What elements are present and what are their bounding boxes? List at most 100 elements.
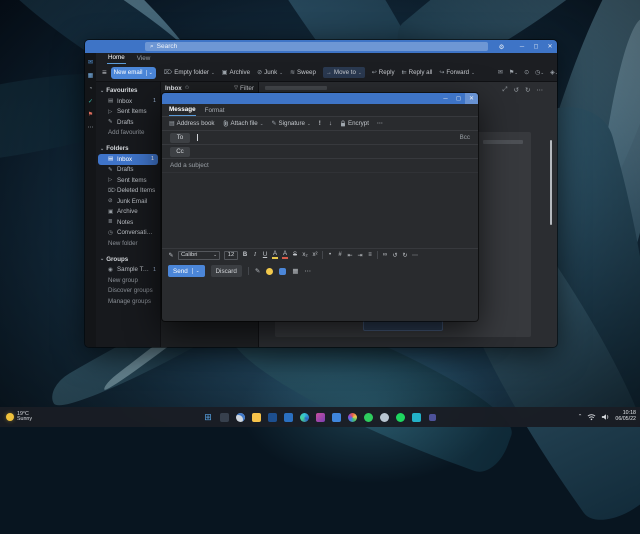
calendar-icon[interactable] (283, 412, 294, 423)
attach-file-button[interactable]: Attach file⌄ (223, 120, 264, 127)
low-importance-button[interactable]: ↓ (329, 120, 332, 127)
reply-button[interactable]: ↩ Reply (372, 69, 395, 76)
italic-icon[interactable]: I (252, 252, 258, 258)
tab-view[interactable]: View (136, 55, 152, 64)
photos-icon[interactable] (347, 412, 358, 423)
calendar-module-icon[interactable]: ▦ (88, 73, 94, 79)
pen-icon[interactable]: ✎ (255, 267, 260, 275)
tab-message[interactable]: Message (169, 106, 196, 116)
format-painter-icon[interactable]: ✎ (168, 252, 174, 259)
strikethrough-icon[interactable]: S (292, 252, 298, 258)
maximize-button[interactable]: ◻ (529, 40, 543, 53)
add-favourite-button[interactable]: Add favourite (96, 128, 160, 139)
minimize-button[interactable]: ─ (439, 93, 452, 104)
teams-icon[interactable] (427, 412, 438, 423)
sidebar-item-drafts-fav[interactable]: ✎ Drafts (96, 117, 160, 128)
sweep-button[interactable]: ≋ Sweep (290, 69, 316, 76)
to-button[interactable]: To (170, 133, 190, 143)
hidden-icons-chevron[interactable]: ⌃ (578, 414, 583, 420)
flag-icon[interactable]: ⚑⌄ (509, 69, 518, 76)
more-icon[interactable]: ⋯ (537, 86, 544, 94)
move-to-button[interactable]: → Move to⌄ (323, 67, 365, 78)
mail-module-icon[interactable]: ✉ (88, 60, 93, 66)
font-color-icon[interactable]: A (282, 251, 288, 259)
numbered-list-icon[interactable]: # (337, 252, 343, 258)
sidebar-item-inbox[interactable]: ▤ Inbox 1 (98, 154, 158, 165)
sidebar-item-inbox-fav[interactable]: ▤ Inbox 1 (96, 96, 160, 107)
loop-component-icon[interactable] (279, 268, 286, 275)
more-formatting-icon[interactable]: ⋯ (412, 252, 418, 259)
zoom-icon[interactable]: ⤢ (502, 86, 507, 94)
mail-icon[interactable] (331, 412, 342, 423)
office-icon[interactable] (315, 412, 326, 423)
weather-widget[interactable]: 19°C Sunny (6, 412, 32, 423)
gear-icon[interactable]: ⚙ (499, 43, 505, 51)
sidebar-item-deleted[interactable]: ⌦ Deleted Items (96, 186, 160, 197)
forward-button[interactable]: ↪ Forward⌄ (439, 69, 475, 76)
compose-titlebar[interactable]: ─ ◻ ✕ (162, 93, 478, 104)
sidebar-item-sent-fav[interactable]: ▷ Sent Items (96, 107, 160, 118)
todo-module-icon[interactable]: ✓ (88, 99, 93, 105)
section-folders[interactable]: ⌄ Folders (96, 143, 160, 154)
subscript-icon[interactable]: x₂ (302, 252, 308, 258)
redo-icon[interactable]: ↻ (525, 86, 530, 94)
sidebar-item-notes[interactable]: ≣ Notes (96, 217, 160, 228)
manage-groups-button[interactable]: Manage groups (96, 296, 160, 307)
sidebar-item-sample-team[interactable]: ◉ Sample Team S… 1 (96, 265, 160, 276)
superscript-icon[interactable]: x² (312, 252, 318, 258)
sidebar-item-archive[interactable]: ▣ Archive (96, 207, 160, 218)
encrypt-button[interactable]: Encrypt (340, 120, 369, 127)
more-apps-icon[interactable]: ⋯ (88, 125, 94, 131)
align-icon[interactable]: ≡ (367, 252, 373, 258)
tab-format[interactable]: Format (205, 107, 225, 116)
people-module-icon[interactable]: ◔ (89, 86, 93, 92)
store-icon[interactable] (411, 412, 422, 423)
more-options-icon[interactable]: ⋯ (377, 120, 383, 127)
sidebar-item-drafts[interactable]: ✎ Drafts (96, 165, 160, 176)
signature-button[interactable]: ✎ Signature⌄ (271, 120, 310, 127)
bcc-toggle[interactable]: Bcc (460, 134, 470, 141)
message-body-field[interactable] (162, 173, 478, 248)
search-taskbar-icon[interactable] (235, 412, 246, 423)
send-button[interactable]: Send ⌄ (168, 265, 205, 277)
bold-icon[interactable]: B (242, 252, 248, 258)
new-folder-button[interactable]: New folder (96, 238, 160, 249)
close-button[interactable]: ✕ (543, 40, 557, 53)
steam-icon[interactable] (379, 412, 390, 423)
address-book-button[interactable]: ▤ Address book (169, 120, 215, 127)
indent-icon[interactable]: ⇥ (357, 252, 363, 259)
discard-button[interactable]: Discard (211, 265, 242, 277)
new-group-button[interactable]: New group (96, 275, 160, 286)
underline-icon[interactable]: U (262, 252, 268, 258)
subject-field[interactable]: Add a subject (162, 159, 478, 173)
minimize-button[interactable]: ─ (515, 40, 529, 53)
chevron-down-icon[interactable]: ⌄ (192, 268, 200, 274)
to-field[interactable]: To Bcc (162, 131, 478, 145)
filter-button[interactable]: ▽ Filter (234, 85, 254, 92)
maximize-button[interactable]: ◻ (452, 93, 465, 104)
reply-all-button[interactable]: ⇇ Reply all (402, 69, 433, 76)
sidebar-item-sent[interactable]: ▷ Sent Items (96, 175, 160, 186)
bullet-list-icon[interactable]: • (327, 252, 333, 258)
sidebar-item-conversation-history[interactable]: ◷ Conversation His… (96, 228, 160, 239)
task-view-icon[interactable] (219, 412, 230, 423)
emoji-icon[interactable] (266, 268, 273, 275)
junk-button[interactable]: ⊘ Junk⌄ (257, 69, 283, 76)
email-action-button[interactable] (363, 320, 443, 331)
section-favourites[interactable]: ⌄ Favourites (96, 85, 160, 96)
outdent-icon[interactable]: ⇤ (347, 252, 353, 259)
start-button[interactable]: ⊞ (203, 412, 214, 423)
close-button[interactable]: ✕ (465, 93, 478, 104)
file-explorer-icon[interactable] (251, 412, 262, 423)
hamburger-icon[interactable]: ≡ (102, 68, 107, 77)
whatsapp-icon[interactable] (363, 412, 374, 423)
mark-read-icon[interactable]: ✉ (498, 69, 503, 76)
new-email-button[interactable]: New email ⌄ (111, 67, 156, 79)
chevron-down-icon[interactable]: ⌄ (146, 70, 153, 76)
volume-icon[interactable] (601, 413, 610, 421)
search-input[interactable]: ⌕ Search (145, 42, 488, 51)
more-insert-icon[interactable]: ⋯ (304, 267, 311, 275)
undo-icon[interactable]: ↺ (514, 86, 519, 94)
link-icon[interactable]: ∞ (382, 252, 388, 258)
font-size-select[interactable]: 12 (224, 251, 238, 260)
